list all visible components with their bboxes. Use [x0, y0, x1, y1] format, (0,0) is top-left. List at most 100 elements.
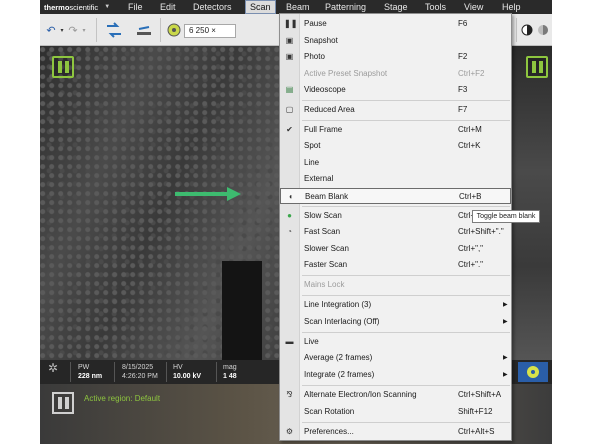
toolbar-divider — [516, 18, 517, 42]
stage-tilt-icon[interactable] — [134, 20, 154, 40]
status-divider — [70, 362, 71, 382]
camera-icon: ▣ — [285, 36, 294, 45]
menu-item-faster-scan[interactable]: Faster Scan Ctrl+"." — [280, 257, 511, 273]
menu-item-line[interactable]: Line — [280, 155, 511, 171]
toolbar-divider — [96, 18, 97, 42]
menu-item-label: Preferences... — [304, 427, 354, 436]
menu-item-preferences[interactable]: ⚙ Preferences... Ctrl+Alt+S — [280, 424, 511, 440]
menu-tools[interactable]: Tools — [425, 0, 446, 14]
pause-icon[interactable] — [526, 56, 548, 78]
menu-item-beam-blank[interactable]: ◖ Beam Blank Ctrl+B — [280, 188, 511, 204]
reduced-area-icon: ▢ — [285, 105, 294, 114]
menu-separator — [302, 332, 510, 333]
menu-item-scan-interlacing[interactable]: Scan Interlacing (Off) ▶ — [280, 314, 511, 330]
menu-item-label: Videoscope — [304, 85, 346, 94]
menu-item-alternate-scanning[interactable]: ⅋ Alternate Electron/Ion Scanning Ctrl+S… — [280, 387, 511, 403]
menu-item-active-preset-snapshot[interactable]: Active Preset Snapshot Ctrl+F2 — [280, 66, 511, 82]
brand-part2: scientific — [69, 2, 99, 12]
menu-item-label: Full Frame — [304, 125, 343, 134]
secondary-image-viewport[interactable] — [512, 46, 552, 360]
menu-item-label: Scan Interlacing (Off) — [304, 317, 380, 326]
menu-view[interactable]: View — [464, 0, 483, 14]
active-region-label: Active region: Default — [84, 394, 161, 403]
menu-item-videoscope[interactable]: ▤ Videoscope F3 — [280, 82, 511, 98]
image-shadow-region — [222, 261, 262, 361]
menu-item-pause[interactable]: ❚❚ Pause F6 — [280, 16, 511, 32]
mag-value: 1 48 — [223, 373, 237, 380]
menu-file[interactable]: File — [128, 0, 143, 14]
menu-item-slower-scan[interactable]: Slower Scan Ctrl+"," — [280, 241, 511, 257]
pause-icon[interactable] — [52, 392, 74, 414]
menu-separator — [302, 100, 510, 101]
menu-item-label: Alternate Electron/Ion Scanning — [304, 390, 417, 399]
menu-item-label: Pause — [304, 19, 327, 28]
menu-item-label: Scan Rotation — [304, 407, 355, 416]
status-divider — [166, 362, 167, 382]
tooltip: Toggle beam blank — [472, 210, 540, 223]
menu-item-shortcut: Ctrl+Shift+A — [458, 390, 502, 399]
menu-item-shortcut: F7 — [458, 105, 468, 114]
contrast-icon[interactable] — [520, 20, 534, 40]
brand-dropdown-icon: ▼ — [104, 4, 111, 10]
undo-icon[interactable]: ↶ — [44, 20, 58, 40]
pause-icon[interactable] — [52, 56, 74, 78]
menu-beam[interactable]: Beam — [286, 0, 310, 14]
magnification-field[interactable]: 6 250 × — [184, 24, 236, 38]
status-divider — [216, 362, 217, 382]
menu-item-shortcut: Ctrl+F2 — [458, 69, 485, 78]
menu-item-shortcut: F2 — [458, 52, 468, 61]
time-value: 4:26:20 PM — [122, 373, 158, 380]
check-icon: ✔ — [286, 125, 293, 134]
beam-blank-icon: ◖ — [288, 192, 293, 201]
menu-item-photo[interactable]: ▣ Photo F2 — [280, 49, 511, 65]
pw-value: 228 nm — [78, 373, 103, 380]
menu-item-label: Active Preset Snapshot — [304, 69, 388, 78]
menu-item-label: Average (2 frames) — [304, 353, 373, 362]
menu-item-label: Live — [304, 337, 319, 346]
menu-item-spot[interactable]: Spot Ctrl+K — [280, 138, 511, 154]
menu-item-shortcut: Ctrl+"." — [458, 260, 484, 269]
menu-edit[interactable]: Edit — [160, 0, 176, 14]
detector-status-icon[interactable] — [518, 362, 548, 382]
menu-detectors[interactable]: Detectors — [193, 0, 232, 14]
menu-patterning[interactable]: Patterning — [325, 0, 366, 14]
menu-item-label: Line — [304, 158, 320, 167]
redo-icon[interactable]: ↷ — [66, 20, 80, 40]
menu-separator — [302, 295, 510, 296]
menu-item-live[interactable]: ▬ Live — [280, 334, 511, 350]
menu-item-fast-scan[interactable]: ◔ Fast Scan Ctrl+Shift+"." — [280, 224, 511, 240]
date-value: 8/15/2025 — [122, 364, 154, 371]
submenu-arrow-icon: ▶ — [503, 372, 508, 378]
menu-item-label: External — [304, 174, 334, 183]
menu-stage[interactable]: Stage — [384, 0, 408, 14]
menu-item-line-integration[interactable]: Line Integration (3) ▶ — [280, 297, 511, 313]
beam-toggle-icon[interactable] — [104, 20, 124, 40]
menu-item-external[interactable]: External — [280, 171, 511, 187]
menu-item-shortcut: F6 — [458, 19, 468, 28]
submenu-arrow-icon: ▶ — [503, 319, 508, 325]
live-icon: ▬ — [285, 337, 294, 346]
menu-item-label: Integrate (2 frames) — [304, 370, 375, 379]
menu-item-full-frame[interactable]: ✔ Full Frame Ctrl+M — [280, 122, 511, 138]
preferences-icon: ⚙ — [285, 427, 294, 436]
brand-logo[interactable]: thermo scientific ▼ — [40, 0, 110, 14]
menu-item-shortcut: Ctrl+Shift+"." — [458, 227, 504, 236]
alternate-scan-icon: ⅋ — [286, 390, 293, 399]
menu-item-average[interactable]: Average (2 frames) ▶ — [280, 350, 511, 366]
undo-dropdown-icon[interactable]: ▾ — [58, 20, 66, 40]
menu-item-integrate[interactable]: Integrate (2 frames) ▶ — [280, 367, 511, 383]
menu-scan[interactable]: Scan — [245, 0, 276, 14]
menu-item-scan-rotation[interactable]: Scan Rotation Shift+F12 — [280, 404, 511, 420]
detector-icon[interactable] — [166, 20, 182, 40]
hv-value: 10.00 kV — [173, 373, 202, 380]
date-time-readout: 8/15/2025 4:26:20 PM — [122, 363, 158, 381]
menu-help[interactable]: Help — [502, 0, 521, 14]
menu-item-label: Snapshot — [304, 36, 338, 45]
menu-separator — [302, 385, 510, 386]
brightness-icon[interactable] — [536, 20, 550, 40]
mag-label: mag — [223, 364, 237, 371]
menu-item-mains-lock[interactable]: Mains Lock — [280, 277, 511, 293]
redo-dropdown-icon[interactable]: ▾ — [80, 20, 88, 40]
menu-item-snapshot[interactable]: ▣ Snapshot — [280, 33, 511, 49]
menu-item-reduced-area[interactable]: ▢ Reduced Area F7 — [280, 102, 511, 118]
